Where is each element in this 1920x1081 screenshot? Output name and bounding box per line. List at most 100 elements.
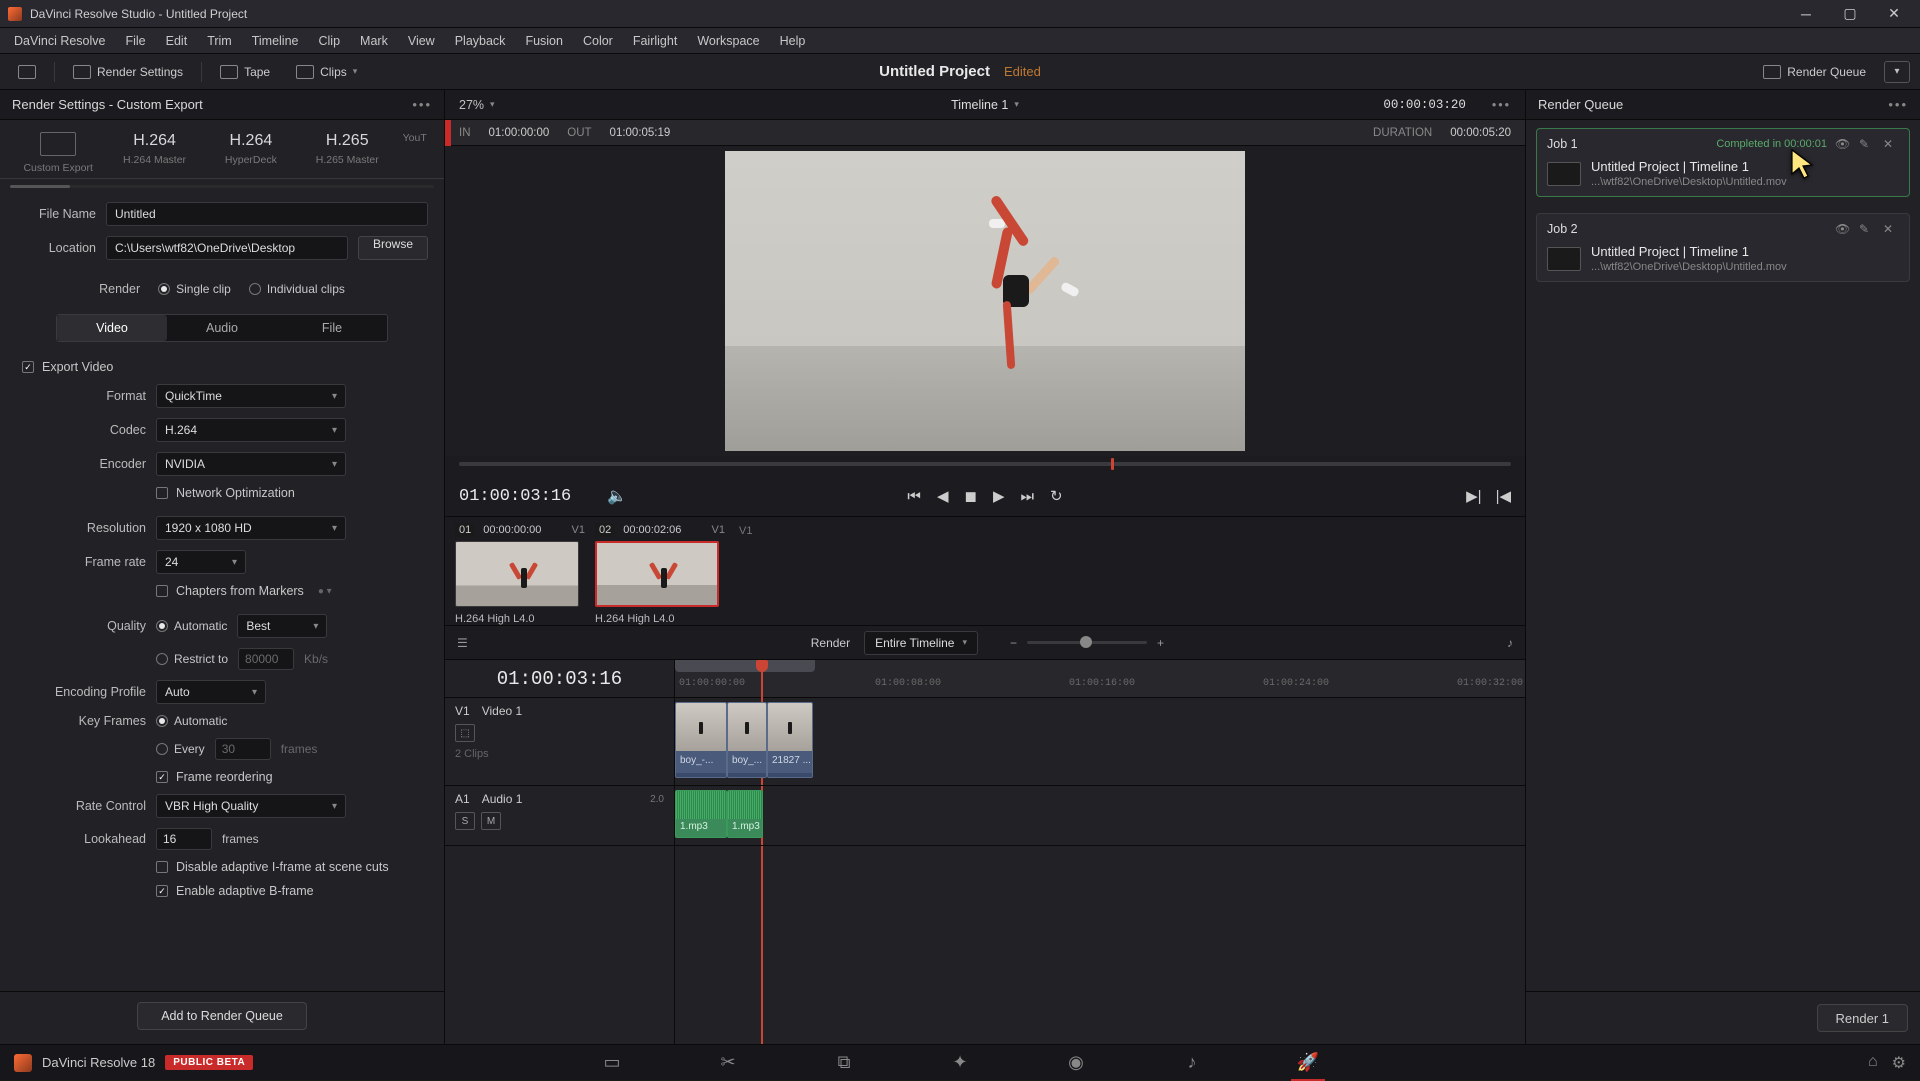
- menu-help[interactable]: Help: [770, 30, 816, 52]
- page-deliver[interactable]: 🚀: [1295, 1051, 1321, 1075]
- kf-auto-radio[interactable]: Automatic: [156, 714, 227, 728]
- tab-file[interactable]: File: [277, 315, 387, 341]
- menu-trim[interactable]: Trim: [197, 30, 242, 52]
- kf-every-input[interactable]: 30: [215, 738, 271, 760]
- menu-fairlight[interactable]: Fairlight: [623, 30, 687, 52]
- audio-clip-2[interactable]: 1.mp3: [727, 790, 763, 838]
- quality-auto-radio[interactable]: Automatic: [156, 619, 227, 633]
- individual-clips-radio[interactable]: Individual clips: [249, 282, 345, 296]
- preset-hyperdeck[interactable]: H.264HyperDeck: [203, 132, 299, 174]
- fullscreen-button[interactable]: [10, 61, 44, 83]
- timeline-name[interactable]: Timeline 1▾: [951, 98, 1019, 112]
- page-media[interactable]: ▭: [599, 1051, 625, 1075]
- encoder-select[interactable]: NVIDIA: [156, 452, 346, 476]
- location-input[interactable]: C:\Users\wtf82\OneDrive\Desktop: [106, 236, 348, 260]
- job-2-reveal-icon[interactable]: 👁: [1835, 222, 1851, 236]
- track-header-a1[interactable]: A1Audio 12.0 SM: [445, 786, 674, 846]
- preset-custom[interactable]: Custom Export: [10, 132, 106, 174]
- framerate-select[interactable]: 24: [156, 550, 246, 574]
- video-clip-1[interactable]: boy_-...: [675, 702, 727, 778]
- last-frame-button[interactable]: ⏭: [1020, 488, 1034, 505]
- stop-button[interactable]: ◼: [964, 487, 976, 505]
- menu-fusion[interactable]: Fusion: [515, 30, 573, 52]
- panel-menu-icon[interactable]: •••: [412, 97, 432, 112]
- job-1[interactable]: Job 1 Completed in 00:00:01 👁 ✎ ✕ Untitl…: [1536, 128, 1910, 197]
- add-to-queue-button[interactable]: Add to Render Queue: [137, 1002, 307, 1030]
- job-1-close-icon[interactable]: ✕: [1883, 137, 1899, 151]
- viewer[interactable]: [445, 146, 1525, 456]
- preset-h265-master[interactable]: H.265H.265 Master: [299, 132, 395, 174]
- network-opt-checkbox[interactable]: Network Optimization: [156, 486, 295, 500]
- rate-control-select[interactable]: VBR High Quality: [156, 794, 346, 818]
- enable-adaptive-b-checkbox[interactable]: Enable adaptive B-frame: [156, 884, 314, 898]
- clips-button[interactable]: Clips▾: [288, 61, 365, 83]
- page-cut[interactable]: ✂: [715, 1051, 741, 1075]
- close-button[interactable]: ✕: [1876, 2, 1912, 26]
- menu-app[interactable]: DaVinci Resolve: [4, 30, 115, 52]
- menu-mark[interactable]: Mark: [350, 30, 398, 52]
- menu-timeline[interactable]: Timeline: [242, 30, 309, 52]
- zoom-out-button[interactable]: −: [1010, 636, 1017, 650]
- disable-adaptive-i-checkbox[interactable]: Disable adaptive I-frame at scene cuts: [156, 860, 389, 874]
- tab-audio[interactable]: Audio: [167, 315, 277, 341]
- job-1-reveal-icon[interactable]: 👁: [1835, 137, 1851, 151]
- menu-workspace[interactable]: Workspace: [687, 30, 769, 52]
- expand-button[interactable]: ▾: [1884, 61, 1910, 83]
- maximize-button[interactable]: ▢: [1832, 2, 1868, 26]
- export-video-checkbox[interactable]: Export Video: [22, 360, 428, 374]
- audio-icon[interactable]: ♪: [1507, 636, 1513, 650]
- inout-range[interactable]: [675, 660, 815, 672]
- scrubber[interactable]: [445, 456, 1525, 476]
- tape-button[interactable]: Tape: [212, 61, 278, 83]
- timeline-tc[interactable]: 01:00:03:16: [445, 660, 674, 698]
- menu-file[interactable]: File: [115, 30, 155, 52]
- viewer-timecode[interactable]: 00:00:03:20: [1383, 98, 1466, 112]
- preset-h264-master[interactable]: H.264H.264 Master: [106, 132, 202, 174]
- audio-clip-1[interactable]: 1.mp3: [675, 790, 727, 838]
- settings-icon[interactable]: ⚙: [1892, 1053, 1906, 1073]
- preset-youtube[interactable]: YouT: [395, 132, 434, 174]
- viewer-menu-icon[interactable]: •••: [1492, 98, 1511, 112]
- kf-every-radio[interactable]: Every: [156, 742, 205, 756]
- video-clip-2[interactable]: boy_...: [727, 702, 767, 778]
- volume-icon[interactable]: 🔈: [607, 486, 627, 506]
- play-button[interactable]: ▶: [993, 487, 1005, 505]
- render-range-select[interactable]: Entire Timeline▾: [864, 631, 978, 655]
- first-frame-button[interactable]: ⏮: [907, 488, 921, 505]
- zoom-slider[interactable]: [1027, 641, 1147, 644]
- a1-mute-button[interactable]: M: [481, 812, 501, 830]
- zoom-dropdown[interactable]: 27%▾: [459, 98, 495, 112]
- menu-edit[interactable]: Edit: [156, 30, 198, 52]
- prev-marker-button[interactable]: |◀: [1496, 487, 1511, 505]
- filename-input[interactable]: Untitled: [106, 202, 428, 226]
- a1-solo-button[interactable]: S: [455, 812, 475, 830]
- restrict-radio[interactable]: Restrict to: [156, 652, 228, 666]
- job-1-edit-icon[interactable]: ✎: [1859, 137, 1875, 151]
- timeline-ruler[interactable]: 01:00:00:00 01:00:08:00 01:00:16:00 01:0…: [675, 660, 1525, 698]
- queue-menu-icon[interactable]: •••: [1888, 97, 1908, 112]
- clip-01[interactable]: 0100:00:00:00V1 H.264 High L4.0: [455, 523, 585, 619]
- page-fairlight[interactable]: ♪: [1179, 1051, 1205, 1075]
- menu-playback[interactable]: Playback: [445, 30, 516, 52]
- render-queue-toggle[interactable]: Render Queue: [1755, 61, 1874, 83]
- track-header-v1[interactable]: V1Video 1 ⬚ 2 Clips: [445, 698, 674, 786]
- page-color[interactable]: ◉: [1063, 1051, 1089, 1075]
- render-settings-button[interactable]: Render Settings: [65, 61, 191, 83]
- zoom-in-button[interactable]: +: [1157, 636, 1164, 650]
- minimize-button[interactable]: ─: [1788, 2, 1824, 26]
- prev-frame-button[interactable]: ◀: [937, 487, 949, 505]
- frame-reorder-checkbox[interactable]: Frame reordering: [156, 770, 273, 784]
- page-edit[interactable]: ⧉: [831, 1051, 857, 1075]
- track-lane-a1[interactable]: 1.mp3 1.mp3: [675, 786, 1525, 846]
- resolution-select[interactable]: 1920 x 1080 HD: [156, 516, 346, 540]
- loop-button[interactable]: ↻: [1050, 487, 1063, 505]
- home-icon[interactable]: ⌂: [1868, 1053, 1878, 1073]
- v1-link-button[interactable]: ⬚: [455, 724, 475, 742]
- video-clip-3[interactable]: 21827 ...: [767, 702, 813, 778]
- format-select[interactable]: QuickTime: [156, 384, 346, 408]
- single-clip-radio[interactable]: Single clip: [158, 282, 231, 296]
- in-tc[interactable]: 01:00:00:00: [489, 127, 550, 139]
- menu-color[interactable]: Color: [573, 30, 623, 52]
- timeline-view-icon[interactable]: ☰: [457, 636, 468, 650]
- page-fusion[interactable]: ✦: [947, 1051, 973, 1075]
